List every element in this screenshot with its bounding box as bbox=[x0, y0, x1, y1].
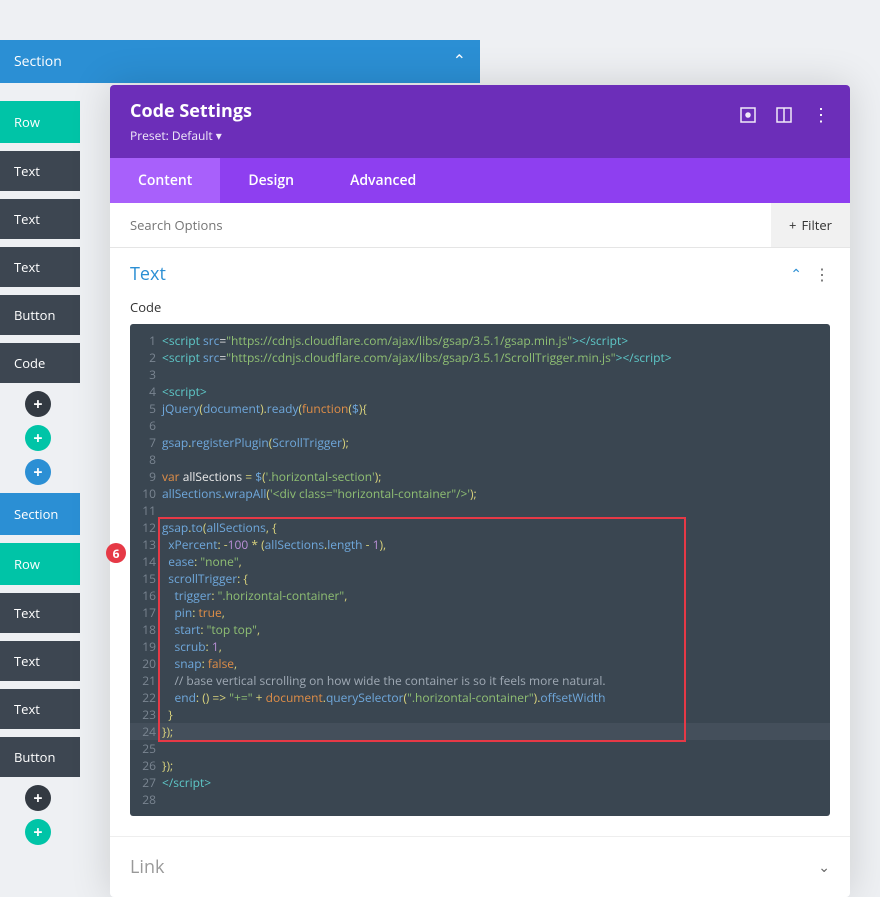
row-item-1[interactable]: Row bbox=[0, 101, 80, 143]
code-line[interactable]: 16 trigger: ".horizontal-container", bbox=[130, 587, 830, 604]
row-item-2[interactable]: Row bbox=[0, 543, 80, 585]
link-title: Link bbox=[130, 855, 164, 879]
panel-header: Code Settings Preset: Default ▾ ⋮ bbox=[110, 85, 850, 158]
module-button-1[interactable]: Button bbox=[0, 295, 80, 335]
split-view-icon[interactable] bbox=[776, 107, 792, 123]
add-module-button-2[interactable]: + bbox=[25, 785, 51, 811]
code-line[interactable]: 28 bbox=[130, 791, 830, 808]
section-label: Section bbox=[14, 52, 62, 71]
code-line[interactable]: 23 } bbox=[130, 706, 830, 723]
code-field-label: Code bbox=[110, 294, 850, 324]
section-header-1[interactable]: Section bbox=[0, 40, 480, 83]
module-text-6[interactable]: Text bbox=[0, 689, 80, 729]
module-text-2[interactable]: Text bbox=[0, 199, 80, 239]
module-text-5[interactable]: Text bbox=[0, 641, 80, 681]
code-line[interactable]: 8 bbox=[130, 451, 830, 468]
module-button-2[interactable]: Button bbox=[0, 737, 80, 777]
add-row-button[interactable]: + bbox=[25, 425, 51, 451]
code-line[interactable]: 12gsap.to(allSections, { bbox=[130, 519, 830, 536]
code-line[interactable]: 13 xPercent: -100 * (allSections.length … bbox=[130, 536, 830, 553]
expand-icon[interactable] bbox=[740, 107, 756, 123]
code-line[interactable]: 25 bbox=[130, 740, 830, 757]
panel-title: Code Settings bbox=[130, 99, 252, 123]
add-row-button-2[interactable]: + bbox=[25, 819, 51, 845]
code-line[interactable]: 20 snap: false, bbox=[130, 655, 830, 672]
code-line[interactable]: 5jQuery(document).ready(function($){ bbox=[130, 400, 830, 417]
code-settings-panel: Code Settings Preset: Default ▾ ⋮ Conten… bbox=[110, 85, 850, 897]
plus-icon: + bbox=[789, 216, 796, 234]
code-line[interactable]: 3 bbox=[130, 366, 830, 383]
tab-advanced[interactable]: Advanced bbox=[322, 158, 444, 203]
section-more-icon[interactable]: ⋮ bbox=[814, 263, 830, 285]
code-line[interactable]: 24}); bbox=[130, 723, 830, 740]
filter-button[interactable]: + Filter bbox=[771, 203, 850, 247]
code-line[interactable]: 22 end: () => "+=" + document.querySelec… bbox=[130, 689, 830, 706]
code-line[interactable]: 1<script src="https://cdnjs.cloudflare.c… bbox=[130, 332, 830, 349]
code-line[interactable]: 4<script> bbox=[130, 383, 830, 400]
settings-tabs: Content Design Advanced bbox=[110, 158, 850, 203]
text-section-header: Text ⌃ ⋮ bbox=[110, 248, 850, 294]
search-bar: + Filter bbox=[110, 203, 850, 248]
tab-design[interactable]: Design bbox=[220, 158, 322, 203]
code-line[interactable]: 19 scrub: 1, bbox=[130, 638, 830, 655]
code-line[interactable]: 6 bbox=[130, 417, 830, 434]
code-editor[interactable]: 1<script src="https://cdnjs.cloudflare.c… bbox=[130, 324, 830, 816]
chevron-down-icon[interactable]: ⌄ bbox=[818, 858, 830, 877]
code-line[interactable]: 17 pin: true, bbox=[130, 604, 830, 621]
code-line[interactable]: 21 // base vertical scrolling on how wid… bbox=[130, 672, 830, 689]
tab-content[interactable]: Content bbox=[110, 158, 220, 203]
search-input[interactable] bbox=[110, 203, 771, 247]
code-line[interactable]: 27</script> bbox=[130, 774, 830, 791]
code-line[interactable]: 15 scrollTrigger: { bbox=[130, 570, 830, 587]
module-text-1[interactable]: Text bbox=[0, 151, 80, 191]
module-code-1[interactable]: Code bbox=[0, 343, 80, 383]
layers-sidebar: Section Row Text Text Text Button Code +… bbox=[0, 40, 80, 845]
text-section-title: Text bbox=[130, 262, 166, 286]
code-line[interactable]: 18 start: "top top", bbox=[130, 621, 830, 638]
chevron-up-icon[interactable] bbox=[453, 52, 466, 71]
code-line[interactable]: 11 bbox=[130, 502, 830, 519]
add-module-button[interactable]: + bbox=[25, 391, 51, 417]
code-line[interactable]: 10allSections.wrapAll('<div class="horiz… bbox=[130, 485, 830, 502]
step-badge-6: 6 bbox=[106, 543, 126, 563]
preset-dropdown[interactable]: Preset: Default ▾ bbox=[130, 127, 252, 144]
code-line[interactable]: 2<script src="https://cdnjs.cloudflare.c… bbox=[130, 349, 830, 366]
link-section[interactable]: Link ⌄ bbox=[110, 836, 850, 897]
more-icon[interactable]: ⋮ bbox=[812, 103, 830, 127]
module-text-3[interactable]: Text bbox=[0, 247, 80, 287]
section-header-2[interactable]: Section bbox=[0, 493, 80, 535]
collapse-icon[interactable]: ⌃ bbox=[790, 265, 802, 284]
code-line[interactable]: 7gsap.registerPlugin(ScrollTrigger); bbox=[130, 434, 830, 451]
code-line[interactable]: 9var allSections = $('.horizontal-sectio… bbox=[130, 468, 830, 485]
module-text-4[interactable]: Text bbox=[0, 593, 80, 633]
code-line[interactable]: 26}); bbox=[130, 757, 830, 774]
code-line[interactable]: 14 ease: "none", bbox=[130, 553, 830, 570]
add-section-button[interactable]: + bbox=[25, 459, 51, 485]
